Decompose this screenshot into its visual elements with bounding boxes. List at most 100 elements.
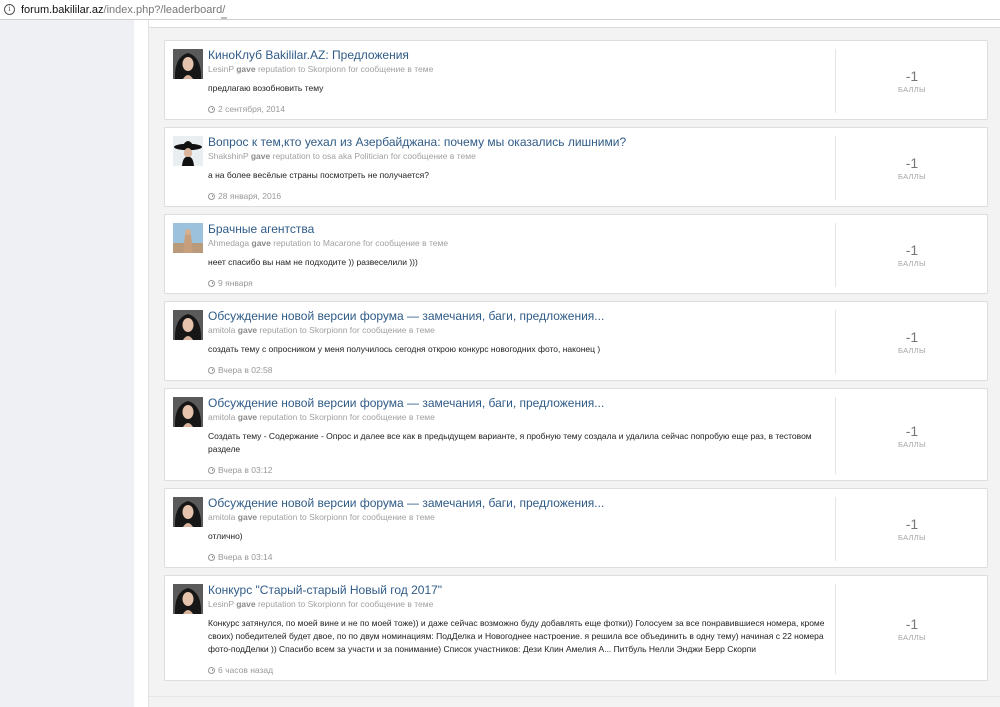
points-box: -1 БАЛЛЫ xyxy=(836,516,988,542)
date-text: Вчера в 03:12 xyxy=(218,465,273,475)
giver-username-link[interactable]: amitola xyxy=(208,412,235,422)
url-path: /index.php?/leaderboard/ xyxy=(103,3,226,16)
points-value: -1 xyxy=(905,423,919,439)
post-date[interactable]: Вчера в 03:12 xyxy=(208,464,828,476)
post-excerpt: предлагаю возобновить тему xyxy=(208,83,324,93)
post-excerpt: создать тему с опросником у меня получил… xyxy=(208,344,601,354)
points-label: БАЛЛЫ xyxy=(898,633,926,642)
reputation-meta: LesinP gave reputation to Skorpionn for … xyxy=(208,598,828,610)
reputation-target: reputation to Skorpionn for сообщение в … xyxy=(259,512,435,522)
reputation-item: Брачные агентства Ahmedaga gave reputatio… xyxy=(164,214,988,294)
points-label: БАЛЛЫ xyxy=(898,533,926,542)
points-value: -1 xyxy=(905,329,919,345)
gave-label: gave xyxy=(251,238,271,248)
reputation-meta: ShakshinP gave reputation to osa aka Pol… xyxy=(208,150,828,162)
topic-title-link[interactable]: Обсуждение новой версии форума — замечан… xyxy=(208,396,828,411)
points-value: -1 xyxy=(905,616,919,632)
post-date[interactable]: Вчера в 03:14 xyxy=(208,551,828,563)
clock-icon xyxy=(208,192,215,200)
giver-username-link[interactable]: LesinP xyxy=(208,64,234,74)
post-excerpt: неет спасибо вы нам не подходите )) разв… xyxy=(208,257,418,267)
points-box: -1 БАЛЛЫ xyxy=(836,616,988,642)
topic-title-link[interactable]: КиноКлуб Bakililar.AZ: Предложения xyxy=(208,48,828,63)
left-background xyxy=(0,20,134,707)
topic-title-link[interactable]: Конкурс "Старый-старый Новый год 2017" xyxy=(208,583,828,598)
giver-username-link[interactable]: Ahmedaga xyxy=(208,238,249,248)
reputation-item: Обсуждение новой версии форума — замечан… xyxy=(164,388,988,481)
giver-username-link[interactable]: LesinP xyxy=(208,599,234,609)
user-avatar[interactable] xyxy=(173,223,203,253)
reputation-item: Вопрос к тем,кто уехал из Азербайджана: … xyxy=(164,127,988,207)
page-area: КиноКлуб Bakililar.AZ: Предложения LesinP… xyxy=(134,17,1000,707)
topic-title-link[interactable]: Обсуждение новой версии форума — замечан… xyxy=(208,496,828,511)
points-label: БАЛЛЫ xyxy=(898,440,926,449)
list-bottom-border xyxy=(149,696,1000,697)
post-excerpt: отлично) xyxy=(208,531,243,541)
post-date[interactable]: 28 января, 2016 xyxy=(208,190,828,202)
points-value: -1 xyxy=(905,155,919,171)
points-label: БАЛЛЫ xyxy=(898,85,926,94)
points-box: -1 БАЛЛЫ xyxy=(836,155,988,181)
user-avatar[interactable] xyxy=(173,49,203,79)
points-box: -1 БАЛЛЫ xyxy=(836,242,988,268)
gave-label: gave xyxy=(236,599,256,609)
reputation-item: Конкурс "Старый-старый Новый год 2017" Le… xyxy=(164,575,988,681)
points-value: -1 xyxy=(905,242,919,258)
clock-icon xyxy=(208,466,215,474)
reputation-target: reputation to Skorpionn for сообщение в … xyxy=(257,64,434,74)
clock-icon xyxy=(208,279,215,287)
reputation-target: reputation to Skorpionn for сообщение в … xyxy=(259,325,435,335)
gave-label: gave xyxy=(237,512,258,522)
post-date[interactable]: 6 часов назад xyxy=(208,664,828,676)
clock-icon xyxy=(208,553,215,561)
points-label: БАЛЛЫ xyxy=(898,259,926,268)
user-avatar[interactable] xyxy=(173,310,203,340)
date-text: 2 сентября, 2014 xyxy=(218,104,285,114)
reputation-meta: amitola gave reputation to Skorpionn for… xyxy=(208,324,828,336)
leaderboard-list: КиноКлуб Bakililar.AZ: Предложения LesinP… xyxy=(148,17,1000,707)
topic-title-link[interactable]: Обсуждение новой версии форума — замечан… xyxy=(208,309,828,324)
post-excerpt: Создать тему - Содержание - Опрос и дале… xyxy=(208,431,812,454)
reputation-target: reputation to Macarone for сообщение в т… xyxy=(273,238,449,248)
reputation-meta: Ahmedaga gave reputation to Macarone for… xyxy=(208,237,828,249)
points-label: БАЛЛЫ xyxy=(898,172,926,181)
post-date[interactable]: 2 сентября, 2014 xyxy=(208,103,828,115)
user-avatar[interactable] xyxy=(173,136,203,166)
points-value: -1 xyxy=(905,516,919,532)
post-date[interactable]: Вчера в 02:58 xyxy=(208,364,828,376)
gave-label: gave xyxy=(237,412,258,422)
clock-icon xyxy=(208,366,215,374)
gave-label: gave xyxy=(237,325,258,335)
reputation-item: Обсуждение новой версии форума — замечан… xyxy=(164,488,988,568)
points-box: -1 БАЛЛЫ xyxy=(836,329,988,355)
points-box: -1 БАЛЛЫ xyxy=(836,68,988,94)
giver-username-link[interactable]: amitola xyxy=(208,325,235,335)
giver-username-link[interactable]: amitola xyxy=(208,512,235,522)
previous-item-bottom xyxy=(149,17,1000,28)
reputation-meta: amitola gave reputation to Skorpionn for… xyxy=(208,511,828,523)
date-text: 28 января, 2016 xyxy=(218,191,282,201)
date-text: 6 часов назад xyxy=(218,665,274,675)
reputation-meta: amitola gave reputation to Skorpionn for… xyxy=(208,411,828,423)
user-avatar[interactable] xyxy=(173,584,203,614)
user-avatar[interactable] xyxy=(173,397,203,427)
reputation-target: reputation to Skorpionn for сообщение в … xyxy=(259,412,435,422)
user-avatar[interactable] xyxy=(173,497,203,527)
points-box: -1 БАЛЛЫ xyxy=(836,423,988,449)
giver-username-link[interactable]: ShakshinP xyxy=(208,151,248,161)
clock-icon xyxy=(208,105,215,113)
info-icon[interactable]: i xyxy=(4,4,15,15)
address-bar[interactable]: i forum.bakililar.az/index.php?/leaderbo… xyxy=(0,0,1000,20)
post-date[interactable]: 9 января xyxy=(208,277,828,289)
points-label: БАЛЛЫ xyxy=(898,346,926,355)
reputation-item: КиноКлуб Bakililar.AZ: Предложения LesinP… xyxy=(164,40,988,120)
reputation-meta: LesinP gave reputation to Skorpionn for … xyxy=(208,63,828,75)
reputation-target: reputation to osa aka Politician for соо… xyxy=(272,151,476,161)
post-excerpt: Конкурс затянулся, по моей вине и не по … xyxy=(208,618,825,654)
topic-title-link[interactable]: Вопрос к тем,кто уехал из Азербайджана: … xyxy=(208,135,828,150)
url-host: forum.bakililar.az xyxy=(21,3,104,16)
gave-label: gave xyxy=(236,64,256,74)
date-text: 9 января xyxy=(218,278,253,288)
date-text: Вчера в 02:58 xyxy=(218,365,273,375)
topic-title-link[interactable]: Брачные агентства xyxy=(208,222,828,237)
